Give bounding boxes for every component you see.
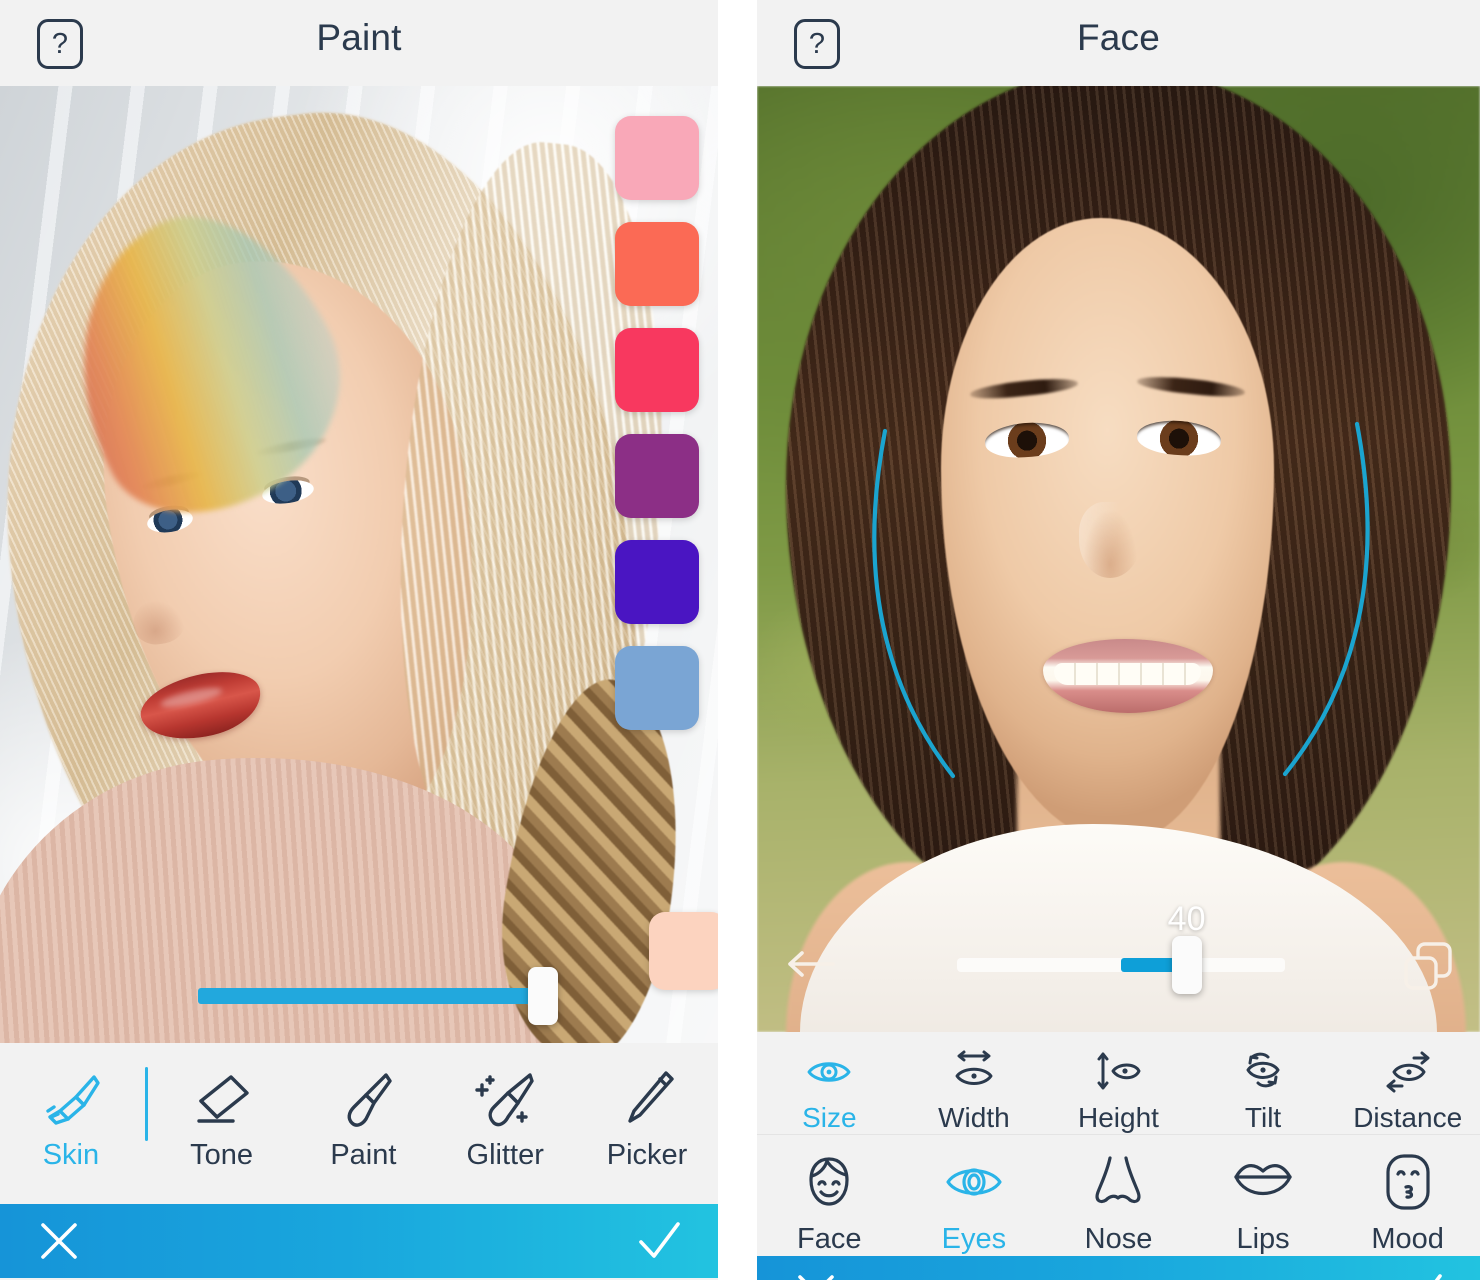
face-category-toolbar: Face Eyes Nose Lips Mood — [757, 1134, 1480, 1256]
param-label: Size — [802, 1102, 857, 1133]
page-title: Paint — [316, 17, 402, 58]
marker-icon — [474, 1065, 536, 1131]
slider-thumb[interactable] — [1171, 936, 1202, 994]
paintbrush-icon — [332, 1065, 394, 1131]
tool-label: Glitter — [466, 1139, 544, 1171]
param-distance[interactable]: Distance — [1340, 1046, 1476, 1134]
param-label: Width — [938, 1102, 1010, 1133]
param-label: Tilt — [1244, 1102, 1282, 1133]
eraser-tone-icon — [191, 1065, 253, 1131]
confirm-button[interactable] — [1398, 1270, 1444, 1280]
tool-paint[interactable]: Paint — [295, 1065, 431, 1172]
cancel-button[interactable] — [793, 1270, 839, 1280]
face-screen: ? Face 40 Size Width Height Tilt Distanc… — [757, 0, 1480, 1280]
confirm-button[interactable] — [636, 1218, 682, 1264]
param-tilt[interactable]: Tilt — [1195, 1046, 1331, 1134]
param-width[interactable]: Width — [906, 1046, 1042, 1134]
paint-header: ? Paint — [0, 0, 718, 86]
paint-action-bar — [0, 1204, 718, 1278]
brush-size-slider[interactable] — [198, 967, 558, 1025]
tool-tone[interactable]: Tone — [154, 1065, 290, 1172]
param-label: Distance — [1353, 1102, 1463, 1133]
page-title: Face — [1076, 17, 1161, 58]
tool-glitter[interactable]: Glitter — [437, 1065, 573, 1172]
color-swatch-coral[interactable] — [615, 222, 699, 306]
face-header: ? Face — [757, 0, 1480, 86]
paint-toolbar: Skin Tone Paint Glitter Picker — [0, 1043, 718, 1204]
category-face[interactable]: Face — [761, 1149, 897, 1256]
brush-skin-icon — [40, 1065, 102, 1131]
category-nose[interactable]: Nose — [1050, 1149, 1186, 1256]
category-label: Lips — [1236, 1223, 1290, 1255]
tool-label: Picker — [606, 1139, 688, 1171]
color-swatch-light-pink[interactable] — [615, 116, 699, 200]
face-action-bar — [757, 1256, 1480, 1280]
face-slider-controls: 40 — [757, 900, 1480, 1018]
face-canvas[interactable]: 40 — [757, 86, 1480, 1032]
color-swatch-purple[interactable] — [615, 434, 699, 518]
color-swatch-crimson-pink[interactable] — [615, 328, 699, 412]
nose-icon — [1090, 1149, 1146, 1215]
tool-label: Tone — [190, 1139, 253, 1171]
panel-gutter — [718, 0, 757, 1280]
tool-label: Skin — [42, 1139, 100, 1171]
slider-fill — [198, 988, 536, 1004]
category-lips[interactable]: Lips — [1195, 1149, 1331, 1256]
tool-label: Paint — [330, 1139, 397, 1171]
eye-parameter-toolbar: Size Width Height Tilt Distance — [757, 1032, 1480, 1134]
photo-brunette-woman — [757, 86, 1480, 1032]
photo-blonde-woman — [0, 86, 718, 1043]
eye-size-slider[interactable]: 40 — [957, 900, 1285, 994]
lips-icon — [1232, 1149, 1294, 1215]
category-eyes[interactable]: Eyes — [906, 1149, 1042, 1256]
slider-value: 40 — [1167, 900, 1206, 938]
eye-tilt-icon — [1239, 1046, 1287, 1098]
back-arrow-icon[interactable] — [787, 948, 835, 980]
face-icon — [799, 1149, 859, 1215]
paint-canvas[interactable] — [0, 86, 718, 1043]
eye-width-icon — [950, 1046, 998, 1098]
eye-height-icon — [1094, 1046, 1142, 1098]
cancel-button[interactable] — [36, 1218, 82, 1264]
color-swatch-skin-peach[interactable] — [649, 912, 718, 990]
eye-size-icon — [805, 1046, 853, 1098]
param-size[interactable]: Size — [761, 1046, 897, 1134]
category-label: Nose — [1084, 1223, 1153, 1255]
param-height[interactable]: Height — [1050, 1046, 1186, 1134]
color-swatch-steel-blue[interactable] — [615, 646, 699, 730]
category-mood[interactable]: Mood — [1340, 1149, 1476, 1256]
tool-picker[interactable]: Picker — [579, 1065, 715, 1172]
tool-skin[interactable]: Skin — [3, 1065, 139, 1172]
layers-compare-icon[interactable] — [1400, 938, 1456, 994]
paint-screen: ? Paint Skin Tone Paint Glitter Picker — [0, 0, 718, 1280]
category-label: Eyes — [941, 1223, 1007, 1255]
app-screenshot: ? Paint Skin Tone Paint Glitter Picker ?… — [0, 0, 1480, 1280]
eyedropper-icon — [616, 1065, 678, 1131]
category-label: Face — [797, 1223, 862, 1255]
param-label: Height — [1078, 1102, 1159, 1133]
eye-distance-icon — [1384, 1046, 1432, 1098]
eye-icon — [943, 1149, 1005, 1215]
slider-thumb[interactable] — [528, 967, 558, 1025]
mood-icon — [1380, 1149, 1436, 1215]
toolbar-divider — [144, 1067, 148, 1141]
color-swatch-list[interactable] — [615, 116, 699, 752]
color-swatch-violet[interactable] — [615, 540, 699, 624]
category-label: Mood — [1371, 1223, 1444, 1255]
